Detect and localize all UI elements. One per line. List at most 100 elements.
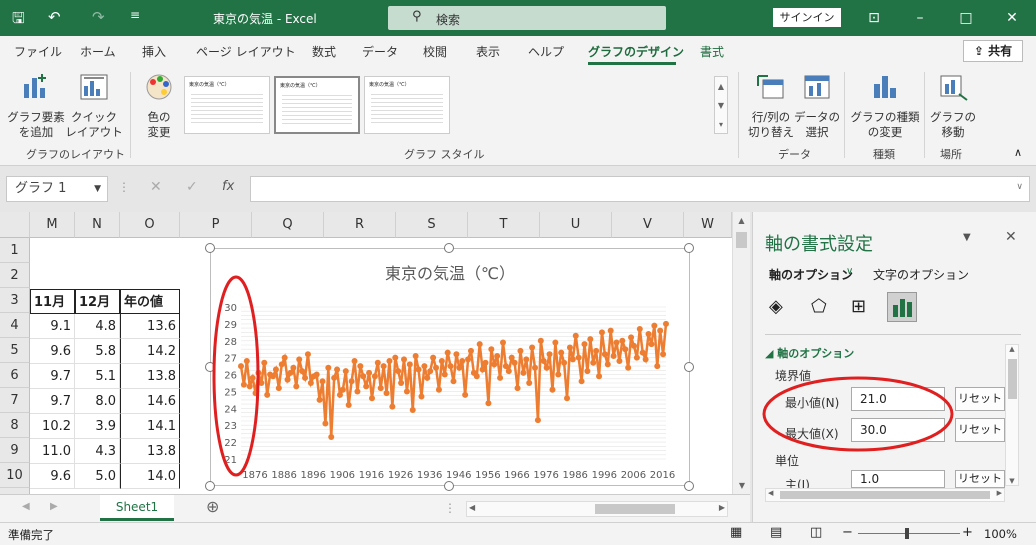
data-point[interactable]: [511, 359, 518, 366]
add-chart-element-button[interactable]: グラフ要素 を追加: [6, 72, 66, 140]
row-header[interactable]: 2: [0, 263, 30, 288]
horizontal-scrollbar[interactable]: ◀ ▶: [466, 501, 728, 517]
data-point[interactable]: [616, 358, 623, 365]
column-header[interactable]: Q: [252, 212, 324, 238]
scroll-right-icon[interactable]: ▶: [719, 503, 725, 512]
data-point[interactable]: [619, 337, 626, 344]
data-point[interactable]: [459, 358, 466, 365]
data-point[interactable]: [558, 349, 565, 356]
data-point[interactable]: [578, 378, 585, 385]
table-cell[interactable]: 10.2: [30, 414, 75, 439]
scroll-right-icon[interactable]: ▶: [997, 489, 1002, 497]
pane-options-icon[interactable]: ▼: [963, 232, 971, 243]
data-point[interactable]: [386, 358, 393, 365]
data-point[interactable]: [456, 364, 463, 371]
scroll-left-icon[interactable]: ◀: [768, 489, 773, 497]
data-point[interactable]: [657, 327, 664, 334]
table-cell[interactable]: 13.8: [120, 439, 180, 464]
save-icon[interactable]: 🖫: [12, 8, 25, 33]
tab-axis-options[interactable]: 軸のオプション: [769, 266, 853, 283]
data-point[interactable]: [377, 385, 384, 392]
table-cell[interactable]: 14.0: [120, 464, 180, 489]
data-point[interactable]: [334, 366, 341, 373]
pane-horizontal-scrollbar[interactable]: ◀ ▶: [765, 488, 1005, 502]
data-point[interactable]: [450, 378, 457, 385]
data-point[interactable]: [322, 420, 329, 427]
data-point[interactable]: [587, 336, 594, 343]
data-point[interactable]: [601, 351, 608, 358]
table-cell[interactable]: 11.0: [30, 439, 75, 464]
data-point[interactable]: [331, 374, 338, 381]
min-reset-button[interactable]: リセット: [955, 387, 1005, 411]
data-point[interactable]: [299, 368, 306, 375]
data-point[interactable]: [287, 369, 294, 376]
data-point[interactable]: [435, 386, 442, 393]
major-unit-input[interactable]: 1.0: [851, 470, 945, 488]
scroll-thumb[interactable]: [780, 491, 990, 499]
tab-insert[interactable]: 挿入: [142, 43, 166, 60]
insert-function-icon[interactable]: fx: [222, 179, 234, 194]
data-point[interactable]: [598, 329, 605, 336]
data-point[interactable]: [645, 331, 652, 338]
data-point[interactable]: [389, 403, 396, 410]
resize-handle[interactable]: [205, 243, 215, 253]
tab-split-grip-icon[interactable]: ⋮: [444, 501, 456, 515]
data-point[interactable]: [415, 366, 422, 373]
data-point[interactable]: [534, 417, 541, 424]
data-point[interactable]: [552, 339, 559, 346]
table-cell[interactable]: 5.0: [75, 464, 120, 489]
scroll-up-icon[interactable]: ▲: [733, 216, 750, 225]
data-point[interactable]: [409, 407, 416, 414]
redo-icon[interactable]: ↷: [92, 8, 105, 26]
data-point[interactable]: [368, 395, 375, 402]
tab-home[interactable]: ホーム: [80, 43, 116, 60]
data-point[interactable]: [540, 358, 547, 365]
tab-chart-design[interactable]: グラフのデザイン: [588, 43, 684, 60]
table-header-cell[interactable]: 11月: [30, 289, 75, 314]
data-point[interactable]: [293, 383, 300, 390]
data-point[interactable]: [520, 369, 527, 376]
data-point[interactable]: [465, 356, 472, 363]
row-header[interactable]: 4: [0, 313, 30, 338]
pane-scrollbar[interactable]: ▲ ▼: [1005, 344, 1019, 486]
data-point[interactable]: [406, 361, 413, 368]
column-header[interactable]: V: [612, 212, 684, 238]
column-header[interactable]: M: [30, 212, 75, 238]
move-chart-button[interactable]: グラフの 移動: [928, 72, 978, 140]
minimize-icon[interactable]: –: [908, 6, 932, 30]
table-cell[interactable]: 3.9: [75, 414, 120, 439]
data-point[interactable]: [430, 354, 437, 361]
row-header[interactable]: 10: [0, 463, 30, 488]
data-point[interactable]: [569, 356, 576, 363]
data-point[interactable]: [348, 378, 355, 385]
chart-style-thumb-1[interactable]: 東京の気温（℃）: [184, 76, 270, 134]
data-point[interactable]: [281, 354, 288, 361]
scroll-up-icon[interactable]: ▲: [718, 82, 724, 91]
tab-file[interactable]: ファイル: [14, 43, 62, 60]
data-point[interactable]: [499, 339, 506, 346]
table-cell[interactable]: 9.1: [30, 314, 75, 339]
data-point[interactable]: [398, 380, 405, 386]
data-point[interactable]: [421, 363, 428, 370]
data-point[interactable]: [604, 361, 611, 368]
expand-formula-icon[interactable]: ∨: [1016, 182, 1023, 192]
tab-help[interactable]: ヘルプ: [528, 43, 564, 60]
data-point[interactable]: [316, 396, 323, 403]
data-point[interactable]: [278, 361, 285, 368]
row-header[interactable]: 3: [0, 288, 30, 313]
data-point[interactable]: [494, 352, 501, 359]
data-point[interactable]: [380, 363, 387, 370]
data-point[interactable]: [339, 386, 346, 393]
tab-data[interactable]: データ: [362, 43, 398, 60]
data-point[interactable]: [663, 320, 669, 327]
data-point[interactable]: [319, 378, 326, 385]
zoom-slider[interactable]: [858, 533, 960, 534]
data-point[interactable]: [479, 366, 486, 373]
zoom-out-icon[interactable]: −: [842, 525, 853, 540]
normal-view-icon[interactable]: ▦: [730, 525, 742, 540]
scroll-thumb[interactable]: [736, 232, 747, 248]
data-point[interactable]: [561, 359, 568, 366]
data-point[interactable]: [336, 391, 343, 398]
line-chart[interactable]: 東京の気温（℃）302928272625242322211876 1886 1896…: [211, 249, 689, 485]
share-button[interactable]: ⇪ 共有: [963, 40, 1023, 62]
